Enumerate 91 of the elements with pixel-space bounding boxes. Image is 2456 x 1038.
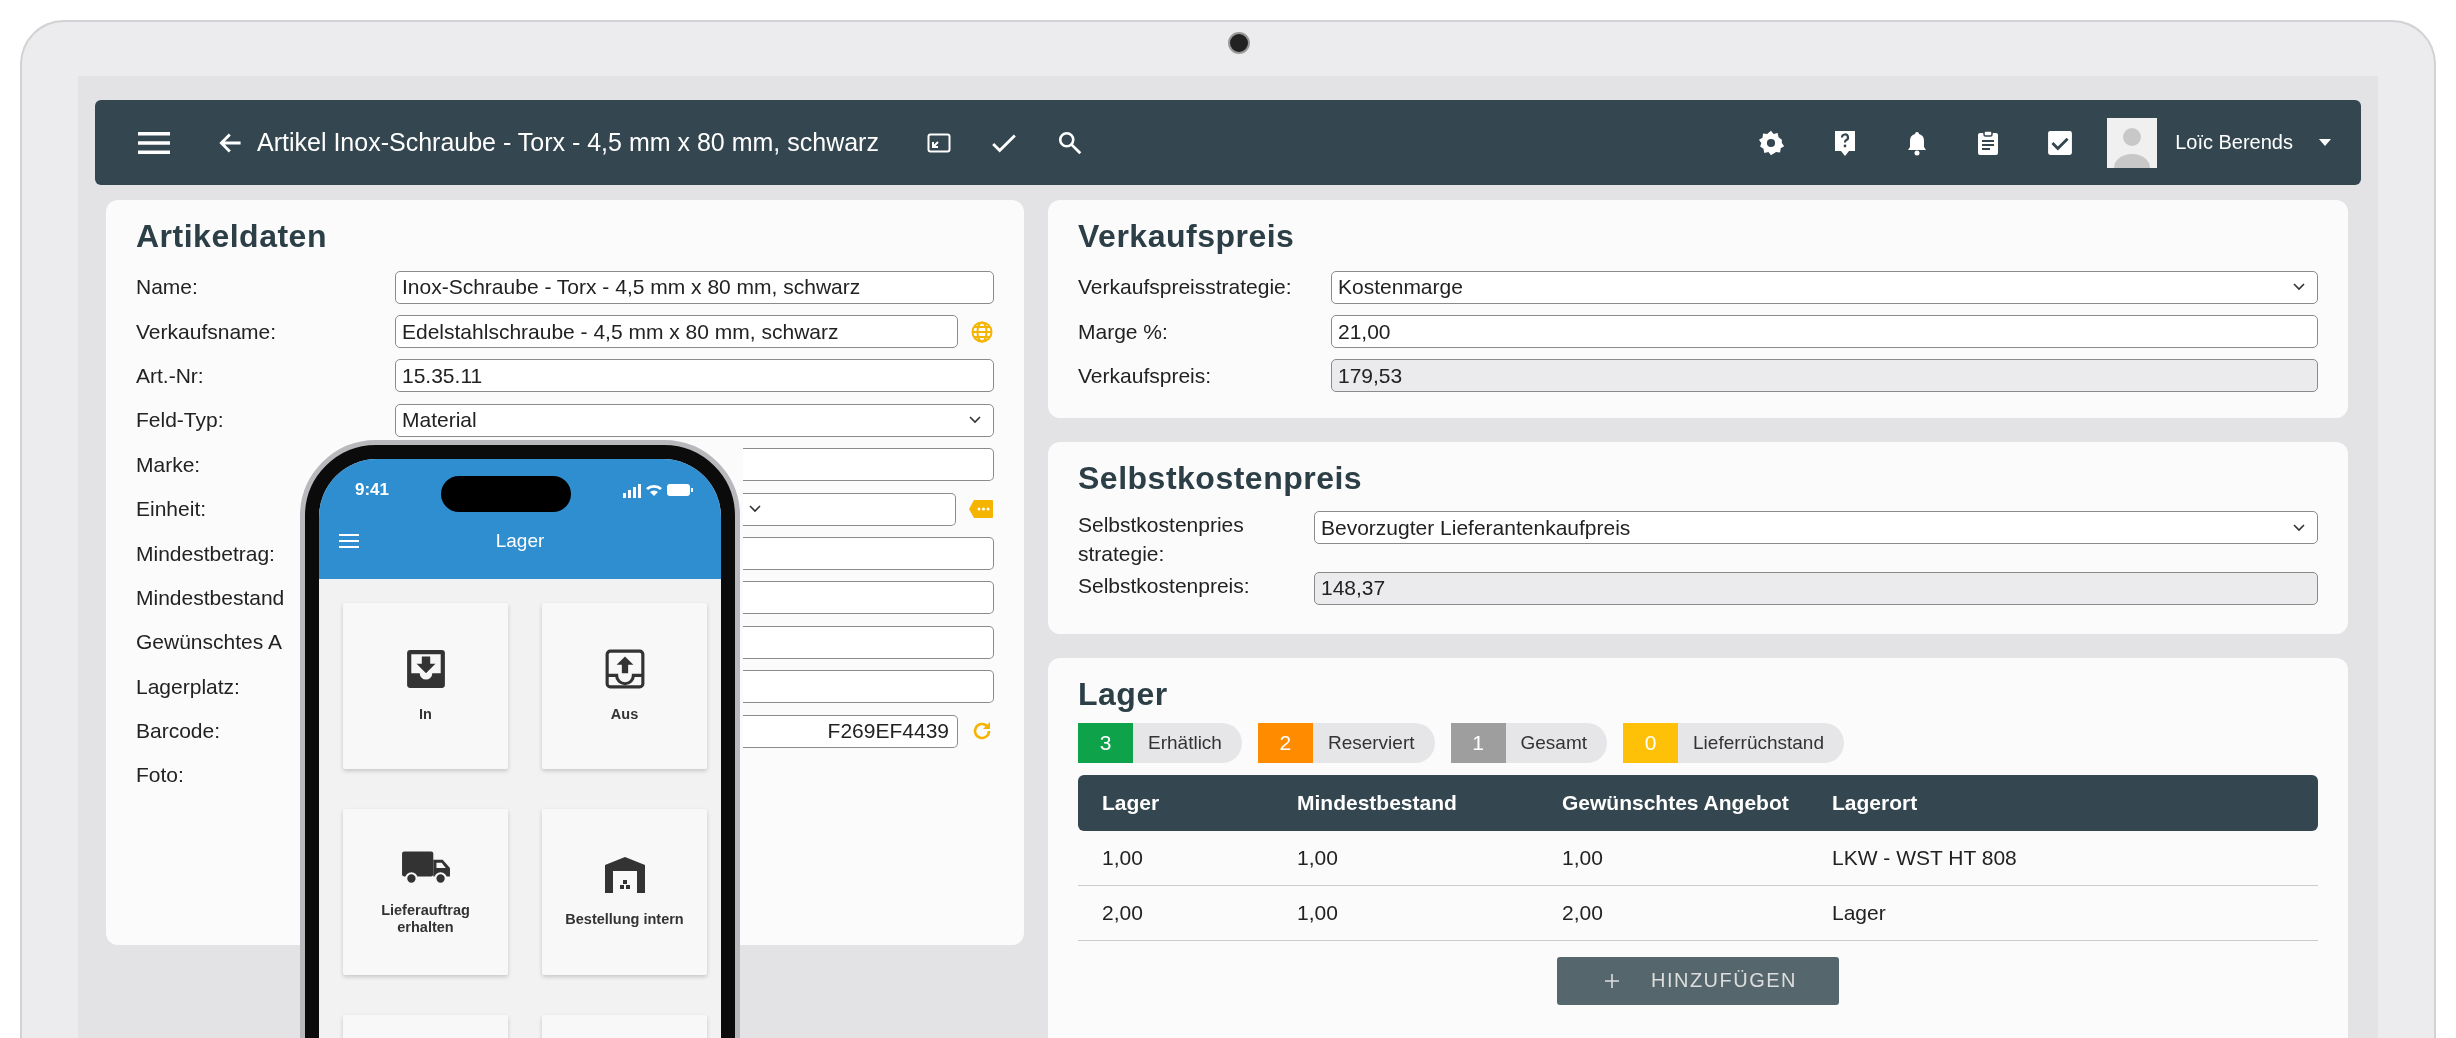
menu-tile[interactable]: Lieferauftrag erhalten — [343, 809, 508, 975]
badge-label: Lieferrüchstand — [1693, 731, 1824, 754]
battery-icon — [667, 484, 693, 496]
select-field[interactable]: Material — [395, 403, 994, 437]
badge-count: 0 — [1623, 722, 1679, 763]
input-field[interactable]: 21,00 — [1331, 315, 2318, 349]
clipboard-icon[interactable] — [1977, 129, 2000, 156]
table-cell-text: 2,00 — [1562, 900, 1604, 925]
wifi-icon — [646, 484, 662, 496]
input-field[interactable] — [743, 537, 994, 571]
field-label: Art.-Nr: — [136, 363, 205, 388]
inbox-upload-icon — [603, 648, 646, 691]
table-cell-text: 1,00 — [1562, 845, 1604, 870]
field-label: Selbstkostenpreis: — [1078, 572, 1251, 599]
chevron-down-icon — [2293, 283, 2305, 292]
status-time: 9:41 — [355, 480, 390, 500]
tile-label: Lieferauftrag erhalten — [380, 901, 471, 937]
field-label: Foto: — [136, 763, 185, 788]
field-label: Lagerplatz: — [136, 674, 241, 699]
table-cell-text: 1,00 — [1297, 845, 1339, 870]
settings-icon[interactable] — [1757, 128, 1786, 157]
chevron-down-icon — [2293, 523, 2305, 532]
badge-label: Reserviert — [1327, 731, 1415, 754]
inbox-download-icon — [404, 648, 447, 691]
select-field[interactable]: Bevorzugter Lieferantenkaufpreis — [1314, 511, 2318, 545]
badge-label: Gesamt — [1520, 731, 1588, 754]
chevron-down-icon — [749, 505, 761, 514]
user-name[interactable]: Loïc Berends — [2175, 131, 2293, 154]
input-field[interactable]: Inox-Schraube - Torx - 4,5 mm x 80 mm, schwarz — [395, 270, 994, 304]
badge-count: 3 — [1078, 722, 1133, 763]
column-header: Gewünschtes Angebot — [1562, 790, 1790, 815]
webcam-icon — [1228, 32, 1250, 54]
field-label: Name: — [136, 275, 199, 300]
page-title: Artikel Inox-Schraube - Torx - 4,5 mm x 80 mm, schwarz — [257, 128, 879, 157]
search-icon[interactable] — [1056, 129, 1083, 156]
input-field[interactable]: 15.35.11 — [395, 359, 994, 393]
menu-tile[interactable]: In — [343, 603, 508, 769]
field-label: Mindestbetrag: — [136, 541, 276, 566]
input-field[interactable] — [743, 581, 994, 615]
field-label: Verkaufspreis: — [1078, 363, 1213, 388]
card-title: Verkaufspreis — [1078, 218, 1296, 255]
input-field[interactable]: F269EF4439 — [743, 714, 958, 748]
window-resize-icon[interactable] — [926, 132, 951, 153]
tile-label: Bestellung intern — [564, 911, 685, 929]
table-cell-text: 1,00 — [1102, 845, 1144, 870]
field-label: Marge %: — [1078, 319, 1169, 344]
column-header: Mindestbestand — [1297, 790, 1458, 815]
input-field[interactable]: Edelstahlschraube - 4,5 mm x 80 mm, schwarz — [395, 315, 958, 349]
column-header: Lagerort — [1832, 790, 1919, 815]
select-field[interactable] — [743, 492, 956, 526]
card-title: Lager — [1078, 675, 1169, 713]
field-label: Gewünschtes A — [136, 630, 283, 655]
avatar-placeholder[interactable] — [2107, 117, 2158, 168]
input-field[interactable] — [743, 448, 994, 482]
menu-icon[interactable] — [137, 130, 171, 155]
card-title: Selbstkostenpreis — [1078, 460, 1364, 498]
add-button[interactable]: HINZUFÜGEN — [1556, 956, 1840, 1005]
badge-label: Erhätlich — [1148, 731, 1222, 754]
tile-label: In — [418, 706, 433, 724]
table-cell-text: LKW - WST HT 808 — [1832, 845, 2018, 870]
checkbox-icon[interactable] — [2047, 129, 2074, 156]
field-label: Mindestbestand — [136, 585, 286, 610]
table-cell-text: 1,00 — [1297, 900, 1339, 925]
chevron-down-icon — [969, 416, 981, 425]
select-field[interactable]: Kostenmarge — [1331, 270, 2318, 304]
badge-count: 2 — [1257, 722, 1313, 763]
readonly-field: 148,37 — [1314, 571, 2318, 605]
input-field[interactable] — [743, 670, 994, 704]
plus-icon — [1604, 973, 1619, 988]
tile-label: Aus — [609, 706, 640, 724]
caret-down-icon[interactable] — [2319, 139, 2331, 146]
column-header: Lager — [1102, 790, 1161, 815]
field-label: Verkaufsname: — [136, 319, 278, 344]
signal-icon — [623, 482, 641, 498]
card-title: Artikeldaten — [136, 218, 328, 255]
input-field[interactable] — [743, 625, 994, 659]
menu-tile[interactable]: Aus — [542, 603, 707, 769]
field-label: Barcode: — [136, 719, 222, 744]
menu-tile[interactable]: Bestellung intern — [542, 809, 707, 975]
warehouse-icon — [602, 855, 647, 896]
table-cell-text: 2,00 — [1102, 900, 1144, 925]
field-label: Einheit: — [136, 497, 208, 522]
field-label: Selbstkostenpries strategie: — [1078, 512, 1245, 567]
badge-count: 1 — [1450, 722, 1506, 763]
app-title: Lager — [495, 530, 545, 552]
field-label: Feld-Typ: — [136, 408, 225, 433]
help-icon[interactable] — [1833, 128, 1858, 157]
field-label: Verkaufspreisstrategie: — [1078, 275, 1293, 300]
table-cell-text: Lager — [1832, 900, 1887, 925]
readonly-field: 179,53 — [1331, 359, 2318, 393]
field-label: Marke: — [136, 452, 202, 477]
